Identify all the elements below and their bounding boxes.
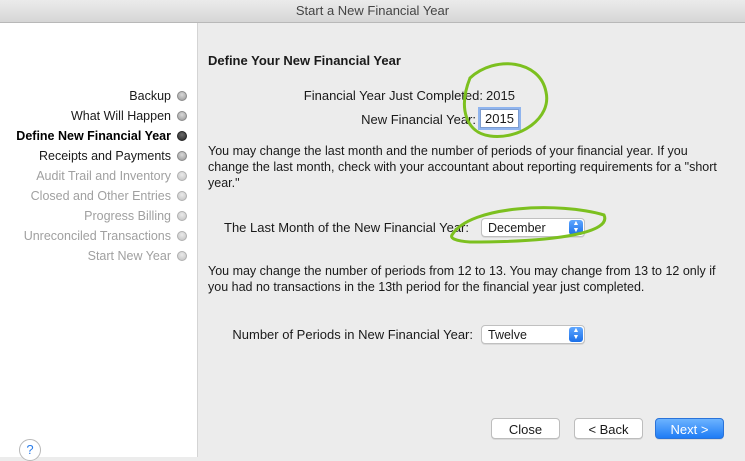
step-status-icon <box>177 251 187 261</box>
new-year-label: New Financial Year: <box>361 112 476 127</box>
step-audit-trail-and-inventory: Audit Trail and Inventory <box>16 166 187 186</box>
step-define-new-financial-year[interactable]: Define New Financial Year <box>16 126 187 146</box>
step-status-icon <box>177 111 187 121</box>
step-label: Unreconciled Transactions <box>23 229 171 243</box>
step-status-icon <box>177 131 187 141</box>
chevron-updown-icon: ▲ ▼ <box>569 327 583 342</box>
step-label: Receipts and Payments <box>38 149 171 163</box>
step-backup[interactable]: Backup <box>16 86 187 106</box>
help-icon[interactable]: ? <box>19 439 41 461</box>
last-month-info: You may change the last month and the nu… <box>208 144 717 190</box>
page-title: Define Your New Financial Year <box>208 53 401 68</box>
completed-year-label: Financial Year Just Completed: <box>303 88 483 103</box>
next-button[interactable]: Next > <box>655 418 724 439</box>
last-month-value: December <box>488 221 546 235</box>
step-start-new-year: Start New Year <box>16 246 187 266</box>
back-button[interactable]: < Back <box>574 418 643 439</box>
step-label: Define New Financial Year <box>16 129 171 143</box>
periods-label: Number of Periods in New Financial Year: <box>232 327 473 342</box>
step-label: Backup <box>129 89 171 103</box>
step-status-icon <box>177 191 187 201</box>
step-status-icon <box>177 171 187 181</box>
step-label: Audit Trail and Inventory <box>36 169 171 183</box>
step-status-icon <box>177 211 187 221</box>
last-month-select[interactable]: December ▲ ▼ <box>481 218 585 237</box>
step-unreconciled-transactions: Unreconciled Transactions <box>16 226 187 246</box>
wizard-sidebar: Backup What Will Happen Define New Finan… <box>0 23 198 461</box>
completed-year-value: 2015 <box>486 88 515 103</box>
step-status-icon <box>177 91 187 101</box>
periods-info: You may change the number of periods fro… <box>208 264 716 294</box>
step-label: Progress Billing <box>84 209 171 223</box>
step-label: Closed and Other Entries <box>30 189 171 203</box>
close-button[interactable]: Close <box>491 418 560 439</box>
new-year-field[interactable]: 2015 <box>478 107 521 130</box>
step-status-icon <box>177 151 187 161</box>
step-label: What Will Happen <box>70 109 171 123</box>
chevron-updown-icon: ▲ ▼ <box>569 220 583 235</box>
periods-value: Twelve <box>488 328 527 342</box>
wizard-steps: Backup What Will Happen Define New Finan… <box>16 86 187 266</box>
step-receipts-and-payments[interactable]: Receipts and Payments <box>16 146 187 166</box>
step-status-icon <box>177 231 187 241</box>
step-label: Start New Year <box>87 249 171 263</box>
periods-select[interactable]: Twelve ▲ ▼ <box>481 325 585 344</box>
step-what-will-happen[interactable]: What Will Happen <box>16 106 187 126</box>
window-title: Start a New Financial Year <box>0 0 745 23</box>
last-month-label: The Last Month of the New Financial Year… <box>224 220 469 235</box>
step-closed-and-other-entries: Closed and Other Entries <box>16 186 187 206</box>
step-progress-billing: Progress Billing <box>16 206 187 226</box>
wizard-content: Define Your New Financial Year Financial… <box>198 23 745 457</box>
